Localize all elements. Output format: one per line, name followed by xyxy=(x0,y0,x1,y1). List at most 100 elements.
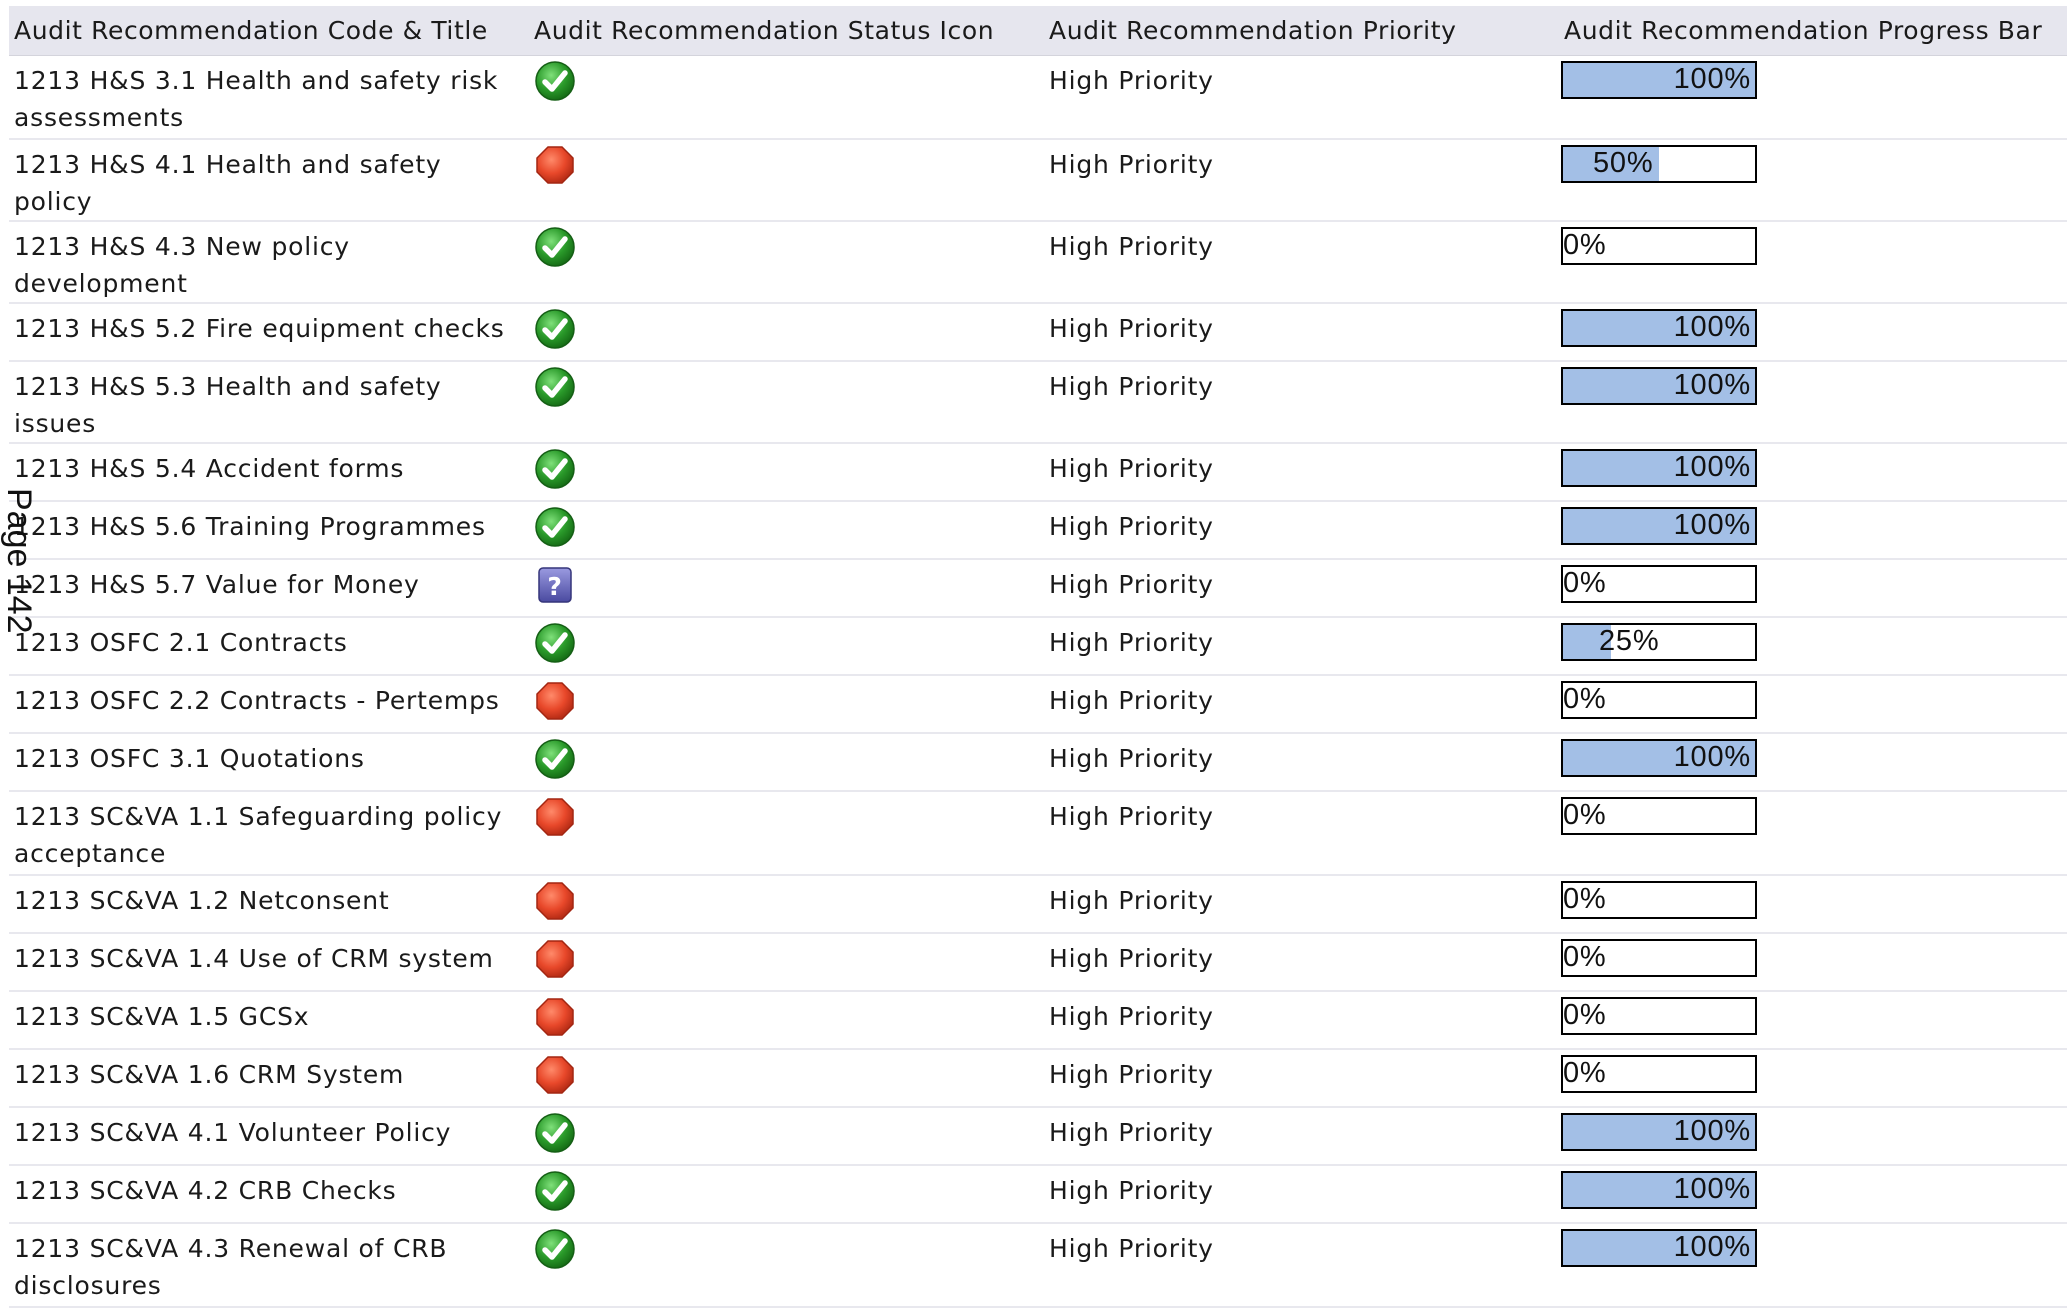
progress-bar: 100% xyxy=(1561,739,1757,777)
status-cell xyxy=(529,733,1044,792)
priority-label: High Priority xyxy=(1044,501,1559,560)
table-row[interactable]: 1213 H&S 5.7 Value for Money? High Priori… xyxy=(9,559,2067,618)
progress-bar: 100% xyxy=(1561,1229,1757,1267)
status-cell xyxy=(529,501,1044,560)
table-row[interactable]: 1213 OSFC 2.1 Contracts High Priority 25% xyxy=(9,617,2067,676)
stop-octagon-icon xyxy=(534,1054,576,1096)
recommendation-title: 1213 SC&VA 4.3 Renewal of CRB disclosure… xyxy=(9,1223,529,1308)
progress-cell: 100% xyxy=(1559,733,2067,792)
table-row[interactable]: 1213 H&S 4.1 Health and safety policy Hig… xyxy=(9,139,2067,222)
table-row[interactable]: 1213 H&S 5.4 Accident forms High Priority… xyxy=(9,443,2067,502)
stop-octagon-icon xyxy=(534,680,576,722)
table-row[interactable]: 1213 H&S 4.3 New policy development High … xyxy=(9,221,2067,304)
status-cell xyxy=(529,1107,1044,1166)
progress-percent-label: 0% xyxy=(1563,799,1607,831)
table-row[interactable]: 1213 H&S 5.6 Training Programmes High Pri… xyxy=(9,501,2067,560)
progress-percent-label: 0% xyxy=(1563,883,1607,915)
priority-label: High Priority xyxy=(1044,1223,1559,1308)
status-cell xyxy=(529,303,1044,362)
priority-label: High Priority xyxy=(1044,791,1559,876)
table-row[interactable]: 1213 OSFC 2.2 Contracts - Pertemps High P… xyxy=(9,675,2067,734)
progress-bar: 0% xyxy=(1561,681,1757,719)
progress-percent-label: 0% xyxy=(1563,229,1607,261)
check-icon xyxy=(534,60,576,102)
column-header-status-icon[interactable]: Audit Recommendation Status Icon xyxy=(529,6,1044,56)
recommendation-title: 1213 H&S 5.7 Value for Money xyxy=(9,559,529,618)
recommendation-title: 1213 H&S 3.1 Health and safety risk asse… xyxy=(9,55,529,140)
priority-label: High Priority xyxy=(1044,933,1559,992)
progress-cell: 0% xyxy=(1559,791,2067,876)
table-row[interactable]: 1213 OSFC 3.1 Quotations High Priority 100… xyxy=(9,733,2067,792)
progress-cell: 0% xyxy=(1559,675,2067,734)
priority-label: High Priority xyxy=(1044,875,1559,934)
priority-label: High Priority xyxy=(1044,55,1559,140)
progress-percent-label: 100% xyxy=(1673,1231,1751,1263)
recommendation-title: 1213 SC&VA 1.5 GCSx xyxy=(9,991,529,1050)
priority-label: High Priority xyxy=(1044,617,1559,676)
progress-cell: 100% xyxy=(1559,303,2067,362)
recommendation-title: 1213 H&S 5.2 Fire equipment checks xyxy=(9,303,529,362)
table-row[interactable]: 1213 SC&VA 4.3 Renewal of CRB disclosure… xyxy=(9,1223,2067,1308)
header-row: Audit Recommendation Code & Title Audit … xyxy=(9,6,2067,56)
recommendation-title: 1213 SC&VA 4.1 Volunteer Policy xyxy=(9,1107,529,1166)
progress-cell: 100% xyxy=(1559,1107,2067,1166)
check-icon xyxy=(534,1112,576,1154)
table-row[interactable]: 1213 SC&VA 1.4 Use of CRM system High Pri… xyxy=(9,933,2067,992)
progress-percent-label: 0% xyxy=(1563,567,1607,599)
audit-table-container: Audit Recommendation Code & Title Audit … xyxy=(9,6,2067,1308)
progress-percent-label: 100% xyxy=(1673,741,1751,773)
progress-percent-label: 100% xyxy=(1673,311,1751,343)
column-header-progress-bar[interactable]: Audit Recommendation Progress Bar xyxy=(1559,6,2067,56)
table-row[interactable]: 1213 H&S 3.1 Health and safety risk asse… xyxy=(9,55,2067,140)
stop-octagon-icon xyxy=(534,796,576,838)
progress-cell: 0% xyxy=(1559,1049,2067,1108)
table-row[interactable]: 1213 SC&VA 4.1 Volunteer Policy High Prio… xyxy=(9,1107,2067,1166)
progress-bar: 100% xyxy=(1561,1113,1757,1151)
progress-cell: 0% xyxy=(1559,875,2067,934)
table-row[interactable]: 1213 SC&VA 1.1 Safeguarding policy accep… xyxy=(9,791,2067,876)
page-number-label: Page 142 xyxy=(0,488,38,634)
table-row[interactable]: 1213 SC&VA 1.6 CRM System High Priority 0% xyxy=(9,1049,2067,1108)
progress-percent-label: 100% xyxy=(1673,1173,1751,1205)
progress-bar: 100% xyxy=(1561,449,1757,487)
recommendation-title: 1213 SC&VA 4.2 CRB Checks xyxy=(9,1165,529,1224)
stop-octagon-icon xyxy=(534,144,576,186)
priority-label: High Priority xyxy=(1044,139,1559,222)
status-cell xyxy=(529,55,1044,140)
progress-percent-label: 0% xyxy=(1563,941,1607,973)
priority-label: High Priority xyxy=(1044,675,1559,734)
status-cell xyxy=(529,791,1044,876)
progress-bar: 0% xyxy=(1561,881,1757,919)
priority-label: High Priority xyxy=(1044,991,1559,1050)
recommendation-title: 1213 H&S 5.3 Health and safety issues xyxy=(9,361,529,444)
progress-percent-label: 0% xyxy=(1563,683,1607,715)
column-header-priority[interactable]: Audit Recommendation Priority xyxy=(1044,6,1559,56)
status-cell xyxy=(529,1165,1044,1224)
status-cell xyxy=(529,1049,1044,1108)
recommendation-title: 1213 H&S 5.6 Training Programmes xyxy=(9,501,529,560)
progress-cell: 0% xyxy=(1559,559,2067,618)
table-row[interactable]: 1213 SC&VA 1.5 GCSx High Priority 0% xyxy=(9,991,2067,1050)
table-row[interactable]: 1213 SC&VA 1.2 Netconsent High Priority 0% xyxy=(9,875,2067,934)
status-cell xyxy=(529,221,1044,304)
table-row[interactable]: 1213 H&S 5.3 Health and safety issues Hig… xyxy=(9,361,2067,444)
status-cell xyxy=(529,139,1044,222)
progress-bar: 0% xyxy=(1561,797,1757,835)
check-icon xyxy=(534,1170,576,1212)
status-cell xyxy=(529,675,1044,734)
stop-octagon-icon xyxy=(534,880,576,922)
priority-label: High Priority xyxy=(1044,361,1559,444)
recommendation-title: 1213 OSFC 2.2 Contracts - Pertemps xyxy=(9,675,529,734)
check-icon xyxy=(534,448,576,490)
table-row[interactable]: 1213 H&S 5.2 Fire equipment checks High P… xyxy=(9,303,2067,362)
progress-cell: 0% xyxy=(1559,933,2067,992)
status-cell xyxy=(529,991,1044,1050)
column-header-code-title[interactable]: Audit Recommendation Code & Title xyxy=(9,6,529,56)
priority-label: High Priority xyxy=(1044,443,1559,502)
recommendation-title: 1213 OSFC 3.1 Quotations xyxy=(9,733,529,792)
progress-cell: 100% xyxy=(1559,501,2067,560)
progress-percent-label: 100% xyxy=(1673,509,1751,541)
progress-bar: 0% xyxy=(1561,1055,1757,1093)
progress-cell: 0% xyxy=(1559,221,2067,304)
table-row[interactable]: 1213 SC&VA 4.2 CRB Checks High Priority 10… xyxy=(9,1165,2067,1224)
